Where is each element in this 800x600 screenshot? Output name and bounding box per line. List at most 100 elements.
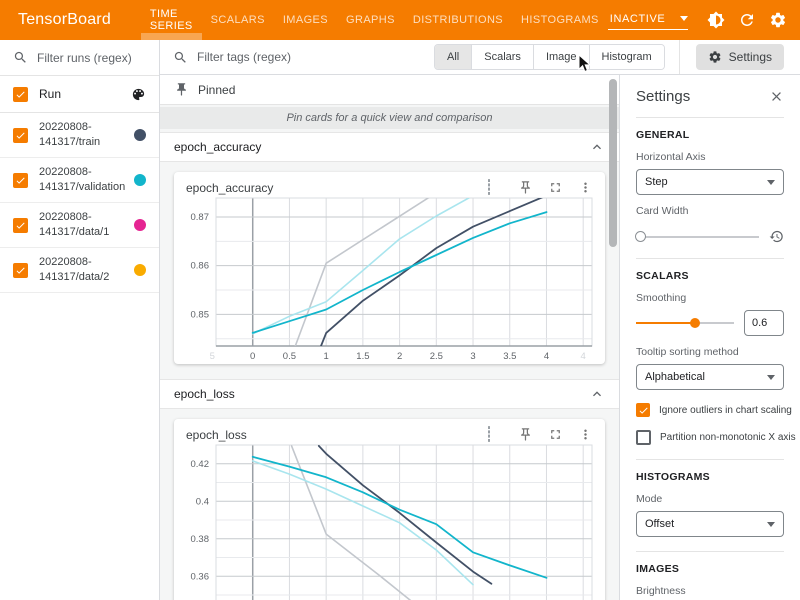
svg-text:2: 2 <box>396 351 401 362</box>
runs-sidebar: Filter runs (regex) Run 20220808-141317/… <box>0 40 160 600</box>
card-title: epoch_accuracy <box>186 181 273 195</box>
run-name: 20220808-141317/train <box>39 120 134 150</box>
settings-section-histograms: HISTOGRAMS Mode Offset <box>636 459 784 551</box>
run-row-train[interactable]: 20220808-141317/train <box>0 113 159 158</box>
theme-brightness-icon[interactable] <box>707 11 725 29</box>
kebab-menu-icon[interactable] <box>578 427 593 442</box>
nav-tabs: TIME SERIES SCALARS IMAGES GRAPHS DISTRI… <box>141 0 608 40</box>
gear-icon <box>708 50 722 64</box>
histogram-mode-select[interactable]: Offset <box>636 511 784 537</box>
epoch-loss-chart[interactable]: 00.511.522.533.540.420.40.380.36 <box>176 443 604 600</box>
filter-runs-input[interactable]: Filter runs (regex) <box>0 40 159 76</box>
select-all-runs-checkbox[interactable] <box>13 87 28 102</box>
tooltip-sorting-select[interactable]: Alphabetical <box>636 364 784 390</box>
svg-text:1.5: 1.5 <box>356 351 369 362</box>
run-row-data-1[interactable]: 20220808-141317/data/1 <box>0 203 159 248</box>
tab-images[interactable]: IMAGES <box>274 0 337 40</box>
run-checkbox[interactable] <box>13 263 28 278</box>
chevron-down-icon <box>767 180 775 185</box>
card-width-label: Card Width <box>636 205 784 217</box>
refresh-icon[interactable] <box>738 11 756 29</box>
epoch-accuracy-chart[interactable]: 500.511.522.533.5440.850.860.87 <box>176 196 604 364</box>
tab-histograms[interactable]: HISTOGRAMS <box>512 0 608 40</box>
section-epoch-accuracy[interactable]: epoch_accuracy <box>160 132 619 162</box>
run-checkbox[interactable] <box>13 128 28 143</box>
ignore-outliers-checkbox[interactable] <box>636 403 650 417</box>
card-title: epoch_loss <box>186 428 247 442</box>
horizontal-axis-select[interactable]: Step <box>636 169 784 195</box>
tab-graphs[interactable]: GRAPHS <box>337 0 404 40</box>
tooltip-sorting-label: Tooltip sorting method <box>636 346 784 358</box>
run-name: 20220808-141317/data/1 <box>39 210 134 240</box>
settings-section-images: IMAGES Brightness Contrast <box>636 551 784 600</box>
ignore-outliers-label: Ignore outliers in chart scaling <box>659 405 792 416</box>
header-controls: INACTIVE <box>608 11 800 30</box>
run-color-dot <box>134 129 146 141</box>
svg-text:0.36: 0.36 <box>190 571 209 582</box>
filter-tags-input[interactable]: Filter tags (regex) <box>173 50 434 65</box>
section-title: GENERAL <box>636 129 784 141</box>
svg-text:3.5: 3.5 <box>503 351 516 362</box>
gear-icon[interactable] <box>769 11 787 29</box>
settings-button-container: Settings <box>679 40 800 74</box>
run-checkbox[interactable] <box>13 218 28 233</box>
section-epoch-loss[interactable]: epoch_loss <box>160 379 619 409</box>
palette-icon[interactable] <box>131 87 146 102</box>
run-checkbox[interactable] <box>13 173 28 188</box>
tab-distributions[interactable]: DISTRIBUTIONS <box>404 0 512 40</box>
filter-pill-image[interactable]: Image <box>533 45 589 69</box>
run-row-validation[interactable]: 20220808-141317/validation <box>0 158 159 203</box>
run-column-label: Run <box>39 87 131 101</box>
smoothing-slider[interactable] <box>636 317 734 329</box>
settings-button-label: Settings <box>729 50 772 64</box>
filter-pill-scalars[interactable]: Scalars <box>471 45 533 69</box>
svg-text:0.85: 0.85 <box>190 309 209 320</box>
run-status-select[interactable]: INACTIVE <box>608 11 688 30</box>
tab-scalars[interactable]: SCALARS <box>202 0 274 40</box>
slider-knob[interactable] <box>690 318 700 328</box>
tab-time-series[interactable]: TIME SERIES <box>141 0 202 40</box>
reset-icon[interactable] <box>769 229 784 244</box>
scalar-card-epoch-loss: epoch_loss 00.511.522.533.540.420.40.380… <box>174 419 605 600</box>
fullscreen-icon[interactable] <box>548 180 563 195</box>
histogram-mode-label: Mode <box>636 493 784 505</box>
scrollbar-thumb[interactable] <box>609 79 617 247</box>
partition-x-axis-row: Partition non-monotonic X axis ? <box>636 430 784 445</box>
chevron-up-icon[interactable] <box>589 386 605 402</box>
chevron-up-icon[interactable] <box>589 139 605 155</box>
scalar-card-epoch-accuracy: epoch_accuracy 500.511.522.533.5440.850.… <box>174 172 605 364</box>
section-title: IMAGES <box>636 563 784 575</box>
pin-icon[interactable] <box>518 180 533 195</box>
svg-text:0.4: 0.4 <box>195 496 208 507</box>
cards-scroll-area: Pinned Pin cards for a quick view and co… <box>160 75 619 600</box>
chevron-down-icon <box>767 522 775 527</box>
app-logo: TensorBoard <box>18 11 111 29</box>
slider-knob[interactable] <box>635 231 646 242</box>
kebab-menu-icon[interactable] <box>578 180 593 195</box>
card-actions <box>488 180 593 195</box>
run-row-data-2[interactable]: 20220808-141317/data/2 <box>0 248 159 293</box>
section-title: epoch_accuracy <box>174 140 261 154</box>
chevron-down-icon <box>680 16 688 21</box>
filter-pill-histogram[interactable]: Histogram <box>589 45 664 69</box>
partition-x-axis-checkbox[interactable] <box>636 430 651 445</box>
svg-text:0.86: 0.86 <box>190 261 209 272</box>
horizontal-axis-label: Horizontal Axis <box>636 151 784 163</box>
svg-text:0.42: 0.42 <box>190 459 209 470</box>
close-icon[interactable] <box>769 89 784 104</box>
card-title-row: epoch_accuracy <box>174 172 605 196</box>
pinned-label: Pinned <box>198 83 235 97</box>
settings-button[interactable]: Settings <box>696 44 784 70</box>
card-width-slider[interactable] <box>636 231 759 243</box>
filter-pill-all[interactable]: All <box>435 45 471 69</box>
svg-text:2.5: 2.5 <box>429 351 442 362</box>
smoothing-value-input[interactable]: 0.6 <box>744 310 784 336</box>
fit-to-data-icon[interactable] <box>488 427 503 442</box>
svg-text:0.5: 0.5 <box>282 351 295 362</box>
card-title-row: epoch_loss <box>174 419 605 443</box>
fullscreen-icon[interactable] <box>548 427 563 442</box>
filter-runs-placeholder: Filter runs (regex) <box>37 51 132 65</box>
horizontal-axis-value: Step <box>645 176 668 188</box>
pin-icon[interactable] <box>518 427 533 442</box>
fit-to-data-icon[interactable] <box>488 180 503 195</box>
